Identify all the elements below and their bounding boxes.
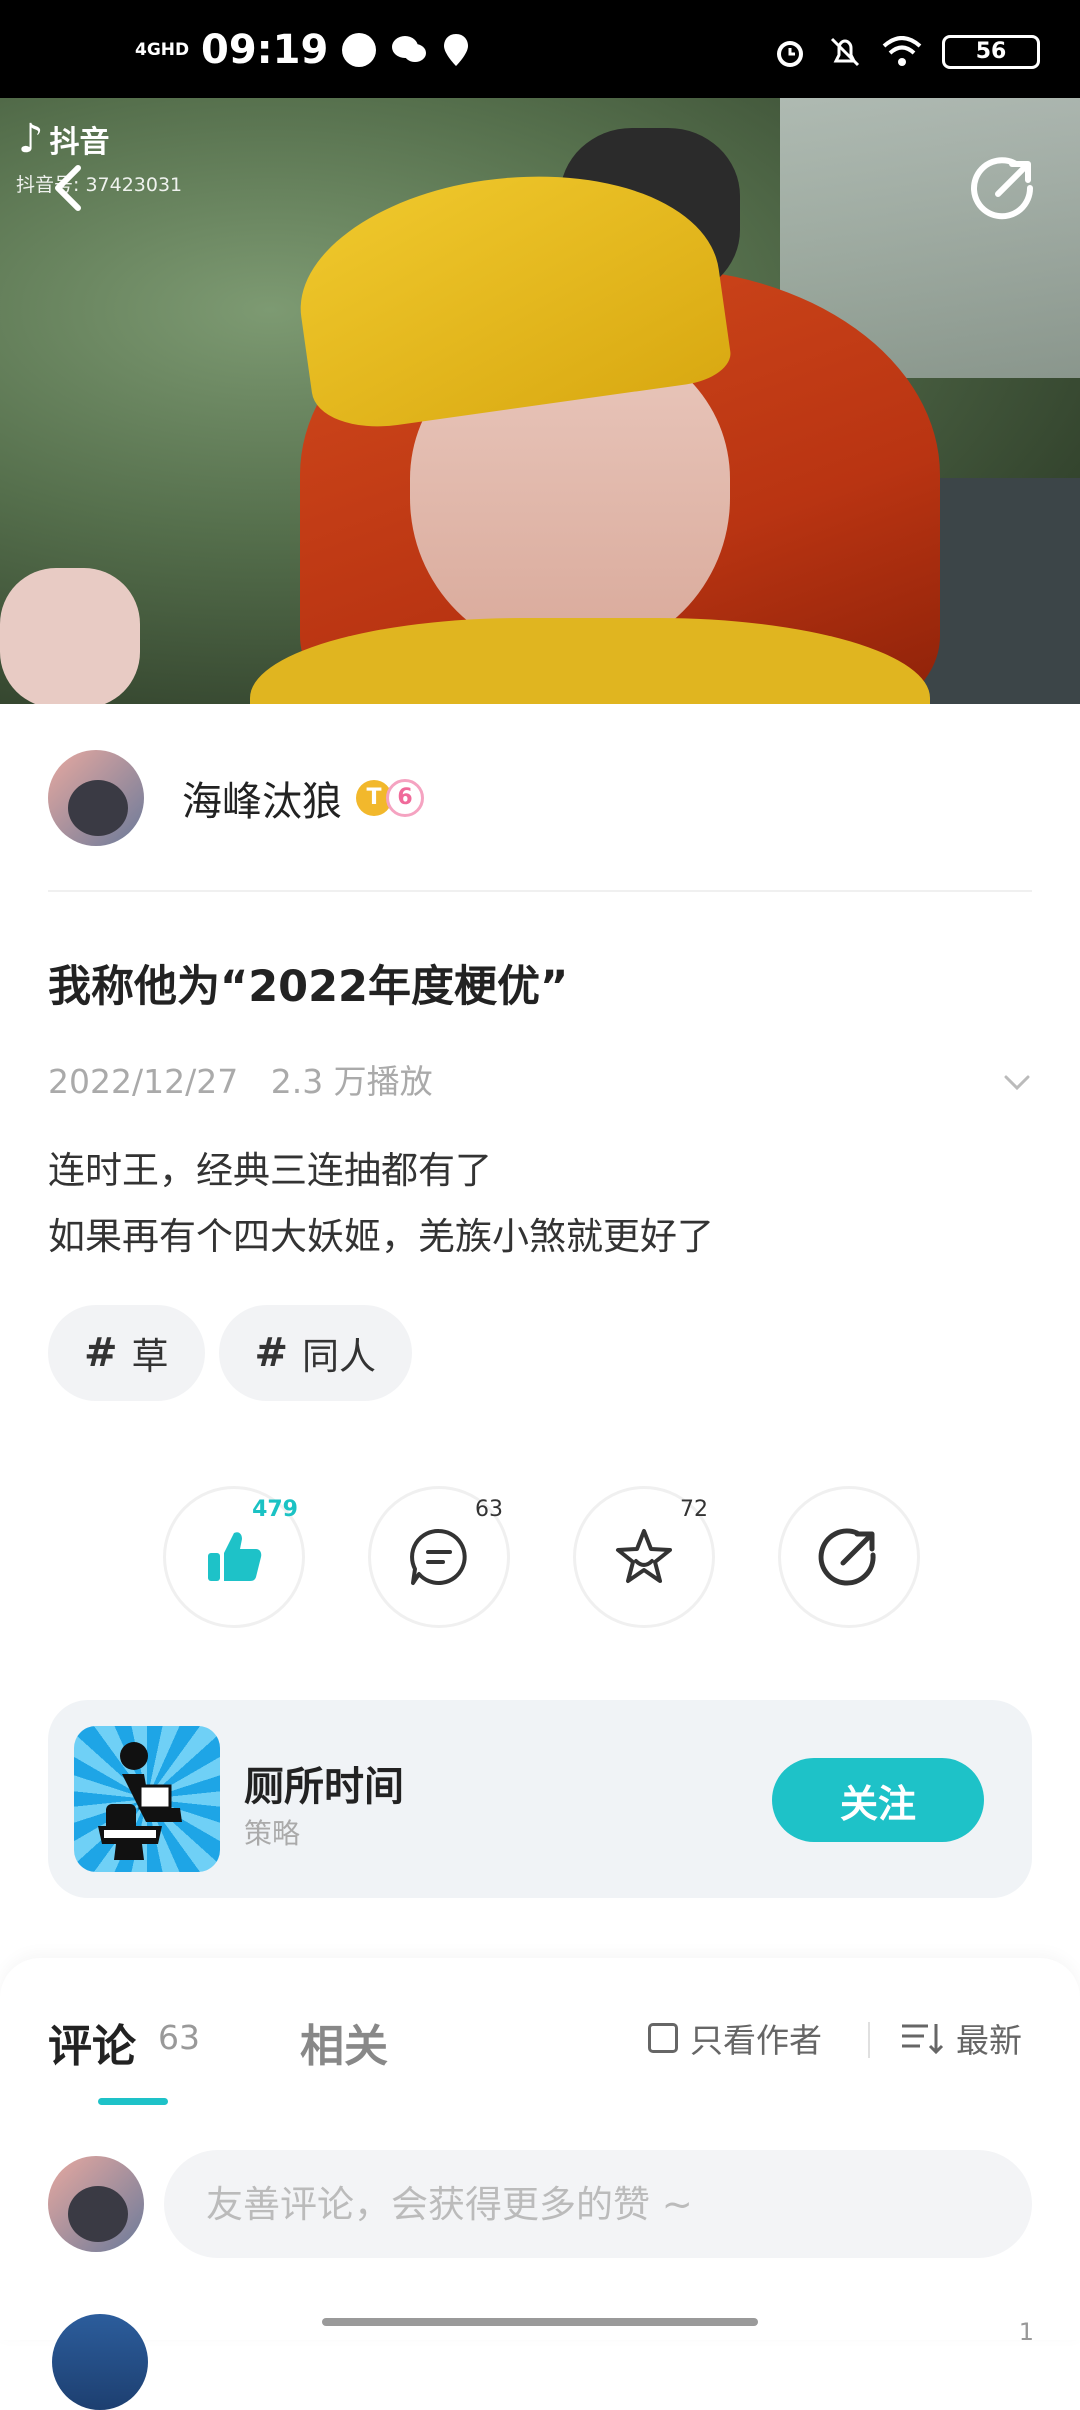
home-indicator[interactable] <box>322 2318 758 2326</box>
comment-button[interactable]: 63 <box>368 1486 510 1628</box>
author-row[interactable]: 海峰汰狼 T 6 <box>48 750 424 846</box>
back-arrow-icon[interactable] <box>40 158 100 218</box>
douyin-logo-icon: ♪ <box>18 116 44 162</box>
sort-label: 最新 <box>956 2021 1022 2060</box>
checkbox-icon[interactable] <box>648 2023 678 2053</box>
channel-category: 策略 <box>244 1817 301 1850</box>
comment-like-count: 1 <box>1018 2318 1034 2346</box>
like-count: 479 <box>252 1497 298 1522</box>
tag-chip[interactable]: # 同人 <box>218 1305 413 1401</box>
description-line: 如果再有个四大妖姬，羌族小煞就更好了 <box>48 1215 714 1258</box>
thumbs-up-icon <box>208 1532 262 1581</box>
clock: 09:19 <box>201 27 329 73</box>
description-line: 连时王，经典三连抽都有了 <box>48 1149 492 1192</box>
tag-label: 同人 <box>302 1335 377 1378</box>
mute-icon <box>830 37 860 67</box>
app-notification-icon <box>342 33 377 67</box>
only-author-label: 只看作者 <box>690 2021 822 2060</box>
divider <box>48 890 1032 892</box>
favorite-count: 72 <box>680 1497 708 1522</box>
chevron-down-icon[interactable] <box>1000 1065 1034 1099</box>
battery-indicator: 56 <box>942 35 1040 69</box>
wifi-icon <box>882 36 922 66</box>
tag-list: # 草 # 同人 <box>48 1305 413 1401</box>
hashtag-icon: # <box>84 1330 118 1376</box>
video-subject-hand <box>0 568 140 704</box>
like-button[interactable]: 479 <box>163 1486 305 1628</box>
rank-badge-icon: 6 <box>386 779 424 817</box>
alarm-icon <box>777 41 803 67</box>
author-avatar[interactable] <box>48 750 144 846</box>
tab-comments[interactable]: 评论 <box>48 2010 136 2074</box>
forward-button[interactable] <box>778 1486 920 1628</box>
channel-card[interactable]: 厕所时间 策略 关注 <box>48 1700 1032 1898</box>
hashtag-icon: # <box>254 1330 289 1376</box>
post-title: 我称他为“2022年度梗优” <box>48 962 569 1012</box>
channel-icon <box>74 1726 220 1872</box>
status-bar: 4GHD 09:19 56 <box>0 0 1080 98</box>
douyin-watermark: ♪ 抖音 <box>18 116 110 162</box>
location-icon <box>444 34 469 66</box>
post-date: 2022/12/27 <box>48 1062 239 1101</box>
tag-chip[interactable]: # 草 <box>48 1305 205 1401</box>
comment-count: 63 <box>475 1497 503 1522</box>
post-views: 2.3 万播放 <box>270 1062 433 1101</box>
watermark-app-name: 抖音 <box>49 125 110 160</box>
author-name[interactable]: 海峰汰狼 <box>182 769 342 827</box>
comment-input[interactable] <box>164 2150 1032 2258</box>
follow-button[interactable]: 关注 <box>772 1758 984 1842</box>
tab-related[interactable]: 相关 <box>300 2010 388 2074</box>
favorite-button[interactable]: 72 <box>573 1486 715 1628</box>
comments-panel: 评论 63 相关 只看作者 最新 1 <box>0 1958 1080 2410</box>
share-icon[interactable] <box>970 154 1040 224</box>
sort-toggle[interactable]: 最新 <box>900 2014 1022 2062</box>
divider <box>868 2022 870 2058</box>
only-author-toggle[interactable]: 只看作者 <box>648 2014 822 2062</box>
video-player[interactable]: ♪ 抖音 抖音号: 37423031 <box>0 98 1080 704</box>
post-description: 连时王，经典三连抽都有了 如果再有个四大妖姬，羌族小煞就更好了 <box>48 1138 714 1270</box>
channel-name: 厕所时间 <box>244 1764 404 1810</box>
forward-icon <box>818 1528 876 1586</box>
star-icon <box>616 1529 672 1583</box>
active-tab-indicator <box>98 2098 168 2105</box>
post-meta: 2022/12/27 2.3 万播放 <box>48 1055 455 1103</box>
action-bar: 479 63 72 <box>163 1486 920 1628</box>
commenter-avatar[interactable] <box>52 2314 148 2410</box>
tag-label: 草 <box>131 1335 169 1378</box>
sort-icon <box>902 2024 944 2055</box>
wechat-icon <box>392 36 427 62</box>
toilet-figure-icon <box>98 1742 182 1860</box>
network-indicator: 4GHD <box>135 39 190 60</box>
comment-icon <box>410 1528 467 1585</box>
current-user-avatar <box>48 2156 144 2252</box>
tab-comments-count: 63 <box>158 2018 200 2057</box>
